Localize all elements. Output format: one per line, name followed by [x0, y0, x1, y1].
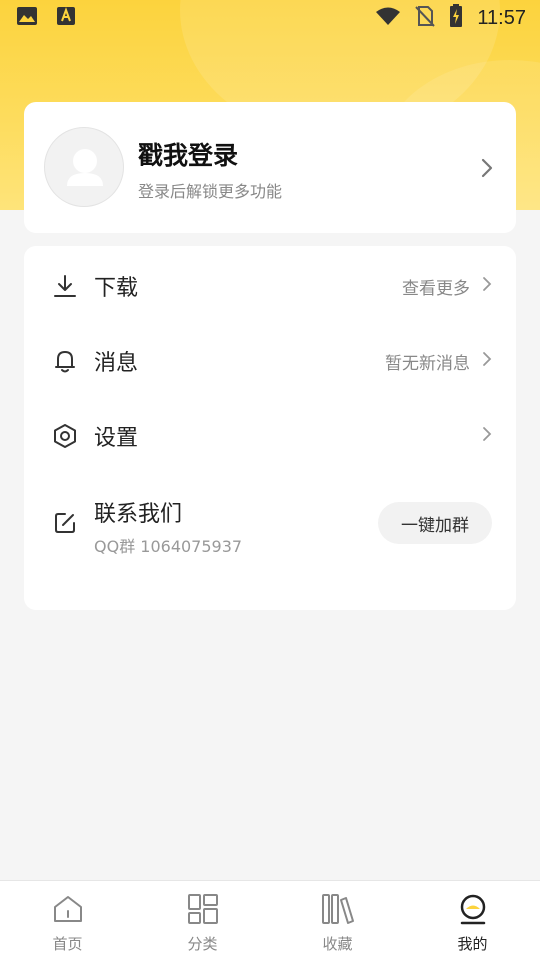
chevron-right-icon	[482, 351, 492, 371]
gallery-icon	[16, 6, 38, 30]
home-icon	[52, 893, 84, 929]
edit-icon	[52, 510, 78, 540]
settings-label: 设置	[94, 426, 139, 451]
nav-label-favorites: 收藏	[322, 935, 353, 953]
messages-label: 消息	[94, 351, 139, 376]
chevron-right-icon	[482, 426, 492, 446]
menu-item-download[interactable]: 下载 查看更多	[24, 249, 516, 323]
download-icon	[52, 273, 78, 299]
menu-item-messages[interactable]: 消息 暂无新消息	[24, 324, 516, 398]
bottom-nav: 首页 分类 收藏 我的	[0, 880, 540, 960]
settings-hexagon-icon	[52, 423, 78, 449]
nav-item-profile[interactable]: 我的	[405, 881, 540, 960]
chevron-right-icon	[482, 276, 492, 296]
chevron-right-icon	[480, 157, 494, 183]
nav-label-category: 分类	[187, 935, 218, 953]
avatar[interactable]	[44, 127, 124, 207]
login-subtitle: 登录后解锁更多功能	[138, 182, 283, 201]
menu-item-settings[interactable]: 设置	[24, 399, 516, 473]
login-card[interactable]: 戳我登录 登录后解锁更多功能	[24, 102, 516, 233]
login-title[interactable]: 戳我登录	[138, 136, 238, 172]
join-group-button[interactable]: 一键加群	[378, 502, 492, 544]
contact-label: 联系我们	[94, 502, 183, 527]
nav-item-home[interactable]: 首页	[0, 881, 135, 960]
a-badge-icon	[56, 6, 76, 30]
bookshelf-icon	[321, 893, 355, 929]
nav-label-profile: 我的	[457, 935, 488, 953]
nav-item-favorites[interactable]: 收藏	[270, 881, 405, 960]
profile-icon	[457, 893, 489, 929]
no-sim-icon	[415, 5, 436, 31]
qq-group-number: QQ群 1064075937	[94, 537, 243, 556]
bell-icon	[52, 348, 78, 374]
status-time: 11:57	[477, 6, 526, 29]
wifi-icon	[375, 6, 401, 30]
category-icon	[187, 893, 219, 929]
battery-charging-icon	[449, 4, 463, 32]
default-avatar-icon	[67, 149, 103, 186]
nav-item-category[interactable]: 分类	[135, 881, 270, 960]
status-bar: 11:57	[0, 0, 540, 36]
download-label: 下载	[94, 276, 139, 301]
nav-label-home: 首页	[52, 935, 83, 953]
menu-card: 下载 查看更多 消息 暂无新消息 设置 联系我们 QQ群 1064075937 …	[24, 246, 516, 610]
messages-status: 暂无新消息	[385, 353, 470, 374]
download-more-link[interactable]: 查看更多	[402, 274, 470, 299]
